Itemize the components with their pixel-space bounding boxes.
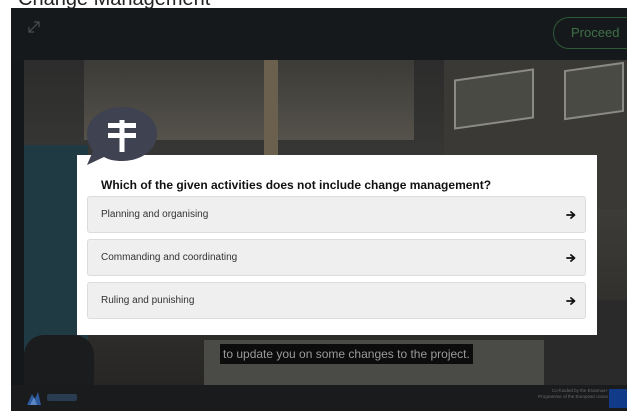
scene-chair (24, 335, 94, 385)
quiz-card: Which of the given activities does not i… (77, 155, 597, 335)
signpost-speech-bubble-icon (87, 107, 157, 165)
quiz-option-label: Commanding and coordinating (101, 252, 238, 263)
proceed-button[interactable]: Proceed (553, 17, 627, 49)
scene-window (564, 61, 624, 121)
quiz-option-2[interactable]: Commanding and coordinating (87, 239, 586, 276)
arrow-right-icon (566, 254, 576, 262)
player-topbar: Proceed (11, 8, 627, 60)
quiz-question: Which of the given activities does not i… (101, 178, 492, 192)
project-logo-text (47, 394, 77, 401)
expand-icon[interactable] (27, 20, 41, 34)
video-subtitle: to update you on some changes to the pro… (220, 344, 473, 364)
quiz-option-label: Planning and organising (101, 209, 209, 220)
project-logo-icon (27, 392, 41, 405)
quiz-option-3[interactable]: Ruling and punishing (87, 282, 586, 319)
quiz-option-label: Ruling and punishing (101, 295, 195, 306)
eu-flag-icon (609, 389, 627, 408)
funding-notice: Co-funded by the Erasmus+ Programme of t… (538, 388, 608, 399)
arrow-right-icon (566, 297, 576, 305)
arrow-right-icon (566, 211, 576, 219)
quiz-option-1[interactable]: Planning and organising (87, 196, 586, 233)
scene-pillar (264, 60, 278, 160)
player-footer: Co-funded by the Erasmus+ Programme of t… (11, 385, 627, 411)
page-root: Change Management Proceed to update you … (0, 0, 627, 411)
